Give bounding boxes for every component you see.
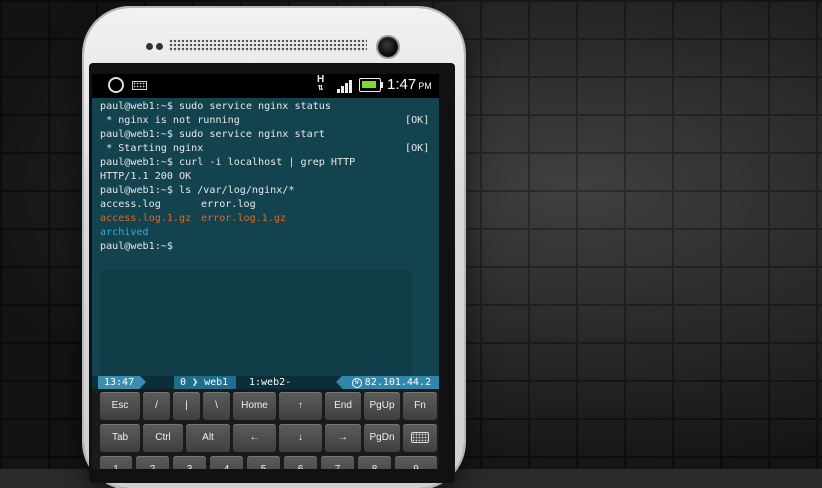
terminal-line: paul@web1:~$ sudo service nginx status [100,101,331,112]
pgdn-key[interactable]: PgDn [364,424,400,452]
number-key[interactable]: 6 [284,456,317,469]
signal-strength-icon [337,79,355,93]
front-camera [378,37,398,57]
tmux-active-window[interactable]: 0 ❯ web1 [174,376,237,389]
battery-tip [381,82,383,88]
number-key[interactable]: 1 [100,456,132,469]
ok-status: [OK] [405,115,430,126]
terminal-line: * Starting nginx [OK] [100,143,430,154]
terminal-empty-area [100,270,412,376]
number-key[interactable]: 8 [358,456,391,469]
ctrl-key[interactable]: Ctrl [143,424,183,452]
ok-status: [OK] [405,143,430,154]
directory-name: archived [100,227,149,238]
arrow-left-key[interactable]: ← [233,424,276,452]
status-bar: H ⇅ 1:47 PM [92,74,439,98]
network-type-icon: H ⇅ [317,74,325,93]
terminal-line: HTTP/1.1 200 OK [100,171,192,182]
esc-key[interactable]: Esc [100,392,140,420]
clock-ampm: PM [418,81,432,91]
clock: 1:47 PM [387,76,432,93]
terminal-line: paul@web1:~$ curl -i localhost | grep HT… [100,157,356,168]
ls-output-row: access.log error.log [100,198,439,212]
home-key[interactable]: Home [233,392,276,420]
keyboard-icon [411,431,429,443]
keyboard-notification-icon [132,81,147,90]
toggle-keyboard-button[interactable] [403,424,437,452]
host-icon: W [351,378,362,388]
light-sensor [156,43,163,50]
number-key[interactable]: 4 [210,456,243,469]
file-name: error.log [201,199,256,210]
tmux-window[interactable]: 1:web2- [249,376,291,389]
number-key[interactable]: 5 [247,456,280,469]
speaker-grille [169,39,367,52]
number-key[interactable]: 2 [136,456,169,469]
tmux-host-ip: W 82.101.44.2 [335,376,439,389]
tmux-status-bar: 13:47 0 ❯ web1 1:web2- W 82.101.44.2 [92,376,439,389]
archive-file-name: error.log.1.gz [201,213,287,224]
terminal-line: * nginx is not running [OK] [100,115,430,126]
extra-keys-keyboard: Esc / | \ Home ↑ End PgUp Fn Tab Ctrl Al… [92,389,439,469]
clock-time: 1:47 [387,76,417,93]
number-key[interactable]: 7 [321,456,354,469]
pgup-key[interactable]: PgUp [364,392,400,420]
arrow-right-key[interactable]: → [325,424,361,452]
network-type-label: H [317,74,325,85]
number-key[interactable]: 9 [395,456,437,469]
arrow-down-key[interactable]: ↓ [279,424,322,452]
battery-icon [359,78,381,92]
tmux-clock: 13:47 [98,376,147,389]
phone-screen: H ⇅ 1:47 PM paul@web1:~$ sudo service ngi… [92,74,439,469]
arrow-up-key[interactable]: ↑ [279,392,322,420]
terminal-line: paul@web1:~$ ls /var/log/nginx/* [100,185,295,196]
ls-output-row: access.log.1.gz error.log.1.gz [100,212,439,226]
alt-key[interactable]: Alt [186,424,230,452]
number-key[interactable]: 3 [173,456,206,469]
end-key[interactable]: End [325,392,361,420]
slash-key[interactable]: / [143,392,170,420]
tab-key[interactable]: Tab [100,424,140,452]
fn-key[interactable]: Fn [403,392,437,420]
file-name: access.log [100,199,161,210]
host-ip-address: 82.101.44.2 [364,377,431,388]
backslash-key[interactable]: \ [203,392,230,420]
terminal-prompt: paul@web1:~$ [100,241,173,252]
proximity-sensor [146,43,153,50]
terminal-line: paul@web1:~$ sudo service nginx start [100,129,325,140]
archive-file-name: access.log.1.gz [100,213,192,224]
app-notification-icon [108,77,124,93]
pipe-key[interactable]: | [173,392,200,420]
